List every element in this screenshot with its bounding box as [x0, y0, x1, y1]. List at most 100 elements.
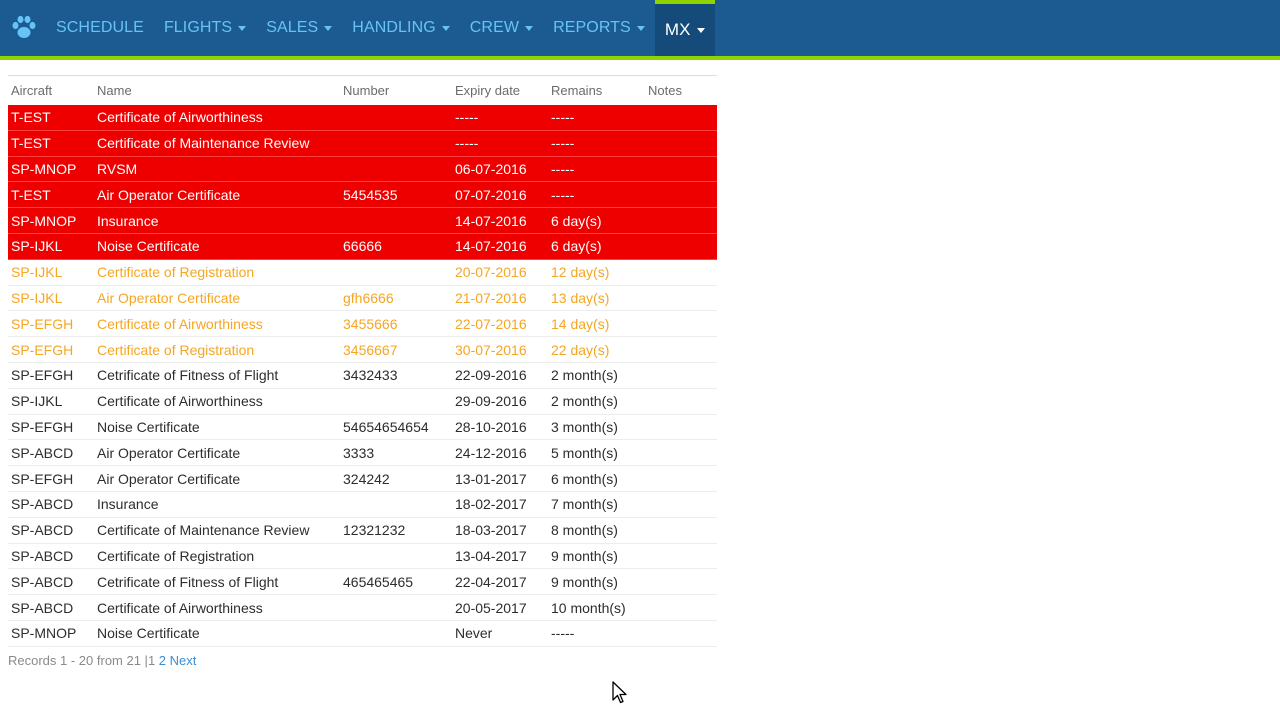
cell-expiry: 18-02-2017 — [455, 496, 527, 513]
cell-name: Certificate of Registration — [97, 341, 255, 358]
cell-remains: 3 month(s) — [551, 418, 618, 435]
table-row[interactable]: SP-ABCD Certificate of Airworthiness 20-05… — [8, 595, 717, 621]
table-row[interactable]: SP-IJKL Air Operator Certificate gfh6666 21… — [8, 285, 717, 311]
cell-name: Certificate of Airworthiness — [97, 393, 263, 410]
table-row[interactable]: SP-EFGH Air Operator Certificate 324242 13-… — [8, 466, 717, 492]
table-row[interactable]: SP-MNOP Noise Certificate Never ----- — [8, 620, 717, 647]
cell-name: Air Operator Certificate — [97, 289, 241, 306]
cell-aircraft: SP-ABCD — [11, 496, 74, 513]
cell-name: Noise Certificate — [97, 418, 200, 435]
table-row[interactable]: SP-IJKL Certificate of Airworthiness 29-09… — [8, 388, 717, 415]
nav-item-sales[interactable]: SALES — [256, 0, 342, 56]
cell-remains: 12 day(s) — [551, 264, 610, 281]
column-header-expiry-date[interactable]: Expiry date — [452, 76, 548, 105]
page-2-link[interactable]: 2 — [159, 653, 166, 668]
cell-expiry: 30-07-2016 — [455, 341, 527, 358]
table-row[interactable]: T-EST Certificate of Airworthiness ----- --… — [8, 104, 717, 131]
cell-number — [340, 543, 452, 569]
table-row[interactable]: SP-ABCD Air Operator Certificate 3333 24-12… — [8, 440, 717, 466]
nav-item-schedule[interactable]: SCHEDULE — [46, 0, 154, 56]
cell-number: 324242 — [343, 470, 390, 487]
cell-number: gfh6666 — [343, 289, 394, 306]
table-row[interactable]: T-EST Certificate of Maintenance Review --… — [8, 130, 717, 157]
cell-aircraft: SP-ABCD — [11, 573, 74, 590]
column-header-aircraft[interactable]: Aircraft — [8, 76, 94, 105]
table-row[interactable]: SP-IJKL Noise Certificate 66666 14-07-2016 6… — [8, 233, 717, 260]
table-row[interactable]: SP-ABCD Certificate of Registration 13-04-… — [8, 543, 717, 569]
nav-item-label: CREW — [469, 19, 520, 36]
cell-expiry: 06-07-2016 — [455, 160, 527, 177]
cell-notes — [645, 543, 717, 569]
cell-notes — [645, 569, 717, 595]
table-row[interactable]: SP-ABCD Cetrificate of Fitness of Flight 4… — [8, 569, 717, 595]
table-row[interactable]: SP-EFGH Cetrificate of Fitness of Flight 3… — [8, 362, 717, 389]
cell-remains: ----- — [551, 160, 575, 177]
cell-notes — [645, 105, 717, 131]
cell-remains: ----- — [551, 109, 575, 126]
table-row[interactable]: SP-EFGH Noise Certificate 54654654654 28-10… — [8, 414, 717, 440]
cell-name: Certificate of Maintenance Review — [97, 135, 310, 152]
table-header-row: Aircraft Name Number Expiry date Remains… — [8, 75, 717, 105]
caret-down-icon — [238, 26, 247, 31]
cell-aircraft: SP-IJKL — [11, 289, 63, 306]
table-row[interactable]: SP-MNOP Insurance 14-07-2016 6 day(s) — [8, 207, 717, 234]
cell-number — [340, 208, 452, 234]
cell-expiry: 20-07-2016 — [455, 264, 527, 281]
caret-down-icon — [441, 26, 450, 31]
table-row[interactable]: T-EST Air Operator Certificate 5454535 07-0… — [8, 181, 717, 208]
caret-down-icon — [696, 28, 705, 33]
cell-number — [340, 491, 452, 517]
cell-notes — [645, 362, 717, 388]
table-row[interactable]: SP-ABCD Certificate of Maintenance Review… — [8, 517, 717, 544]
nav-item-mx[interactable]: MX — [654, 0, 715, 56]
table-row[interactable]: SP-ABCD Insurance 18-02-2017 7 month(s) — [8, 491, 717, 518]
column-header-name[interactable]: Name — [94, 76, 340, 105]
table-row[interactable]: SP-IJKL Certificate of Registration 20-07-… — [8, 259, 717, 286]
main-menu: SCHEDULE FLIGHTS SALES HANDLING CREW REPORTS M… — [46, 0, 715, 56]
cell-number: 465465465 — [343, 573, 414, 590]
cell-name: Air Operator Certificate — [97, 444, 241, 461]
table-row[interactable]: SP-EFGH Certificate of Airworthiness 34556… — [8, 311, 717, 337]
records-summary: Records 1 - 20 from 21 | — [8, 653, 148, 668]
paw-icon[interactable] — [9, 13, 39, 43]
cell-notes — [645, 620, 717, 646]
cell-number: 3456667 — [343, 341, 398, 358]
mouse-pointer-icon — [612, 681, 627, 704]
nav-item-reports[interactable]: REPORTS — [543, 0, 655, 56]
cell-name: Certificate of Airworthiness — [97, 599, 263, 616]
cell-aircraft: SP-EFGH — [11, 470, 74, 487]
cell-number — [340, 105, 452, 131]
cell-aircraft: SP-ABCD — [11, 444, 74, 461]
nav-item-handling[interactable]: HANDLING — [342, 0, 459, 56]
column-header-notes[interactable]: Notes — [645, 76, 717, 105]
cell-aircraft: T-EST — [11, 186, 51, 203]
cell-expiry: 14-07-2016 — [455, 238, 527, 255]
cell-remains: 5 month(s) — [551, 444, 618, 461]
pagination: Records 1 - 20 from 21 |1 2 Next — [8, 653, 196, 668]
nav-item-crew[interactable]: CREW — [460, 0, 543, 56]
top-navigation-bar: SCHEDULE FLIGHTS SALES HANDLING CREW REPORTS M… — [0, 0, 1280, 56]
table-row[interactable]: SP-EFGH Certificate of Registration 345666… — [8, 337, 717, 363]
cell-number: 3333 — [343, 444, 375, 461]
table-row[interactable]: SP-MNOP RVSM 06-07-2016 ----- — [8, 156, 717, 182]
nav-item-flights[interactable]: FLIGHTS — [154, 0, 256, 56]
cell-number: 66666 — [343, 238, 382, 255]
cell-remains: 22 day(s) — [551, 341, 610, 358]
cell-notes — [645, 311, 717, 337]
cell-notes — [645, 414, 717, 440]
caret-down-icon — [525, 26, 534, 31]
column-header-remains[interactable]: Remains — [548, 76, 645, 105]
cell-name: RVSM — [97, 160, 138, 177]
cell-remains: 14 day(s) — [551, 315, 610, 332]
cell-aircraft: T-EST — [11, 135, 51, 152]
cell-notes — [645, 285, 717, 311]
cell-remains: 2 month(s) — [551, 393, 618, 410]
cell-aircraft: SP-EFGH — [11, 315, 74, 332]
cell-expiry: 21-07-2016 — [455, 289, 527, 306]
cell-aircraft: SP-EFGH — [11, 418, 74, 435]
column-header-number[interactable]: Number — [340, 76, 452, 105]
nav-item-label: HANDLING — [352, 19, 436, 36]
next-page-link[interactable]: Next — [170, 653, 197, 668]
cell-notes — [645, 130, 717, 156]
cell-notes — [645, 440, 717, 466]
